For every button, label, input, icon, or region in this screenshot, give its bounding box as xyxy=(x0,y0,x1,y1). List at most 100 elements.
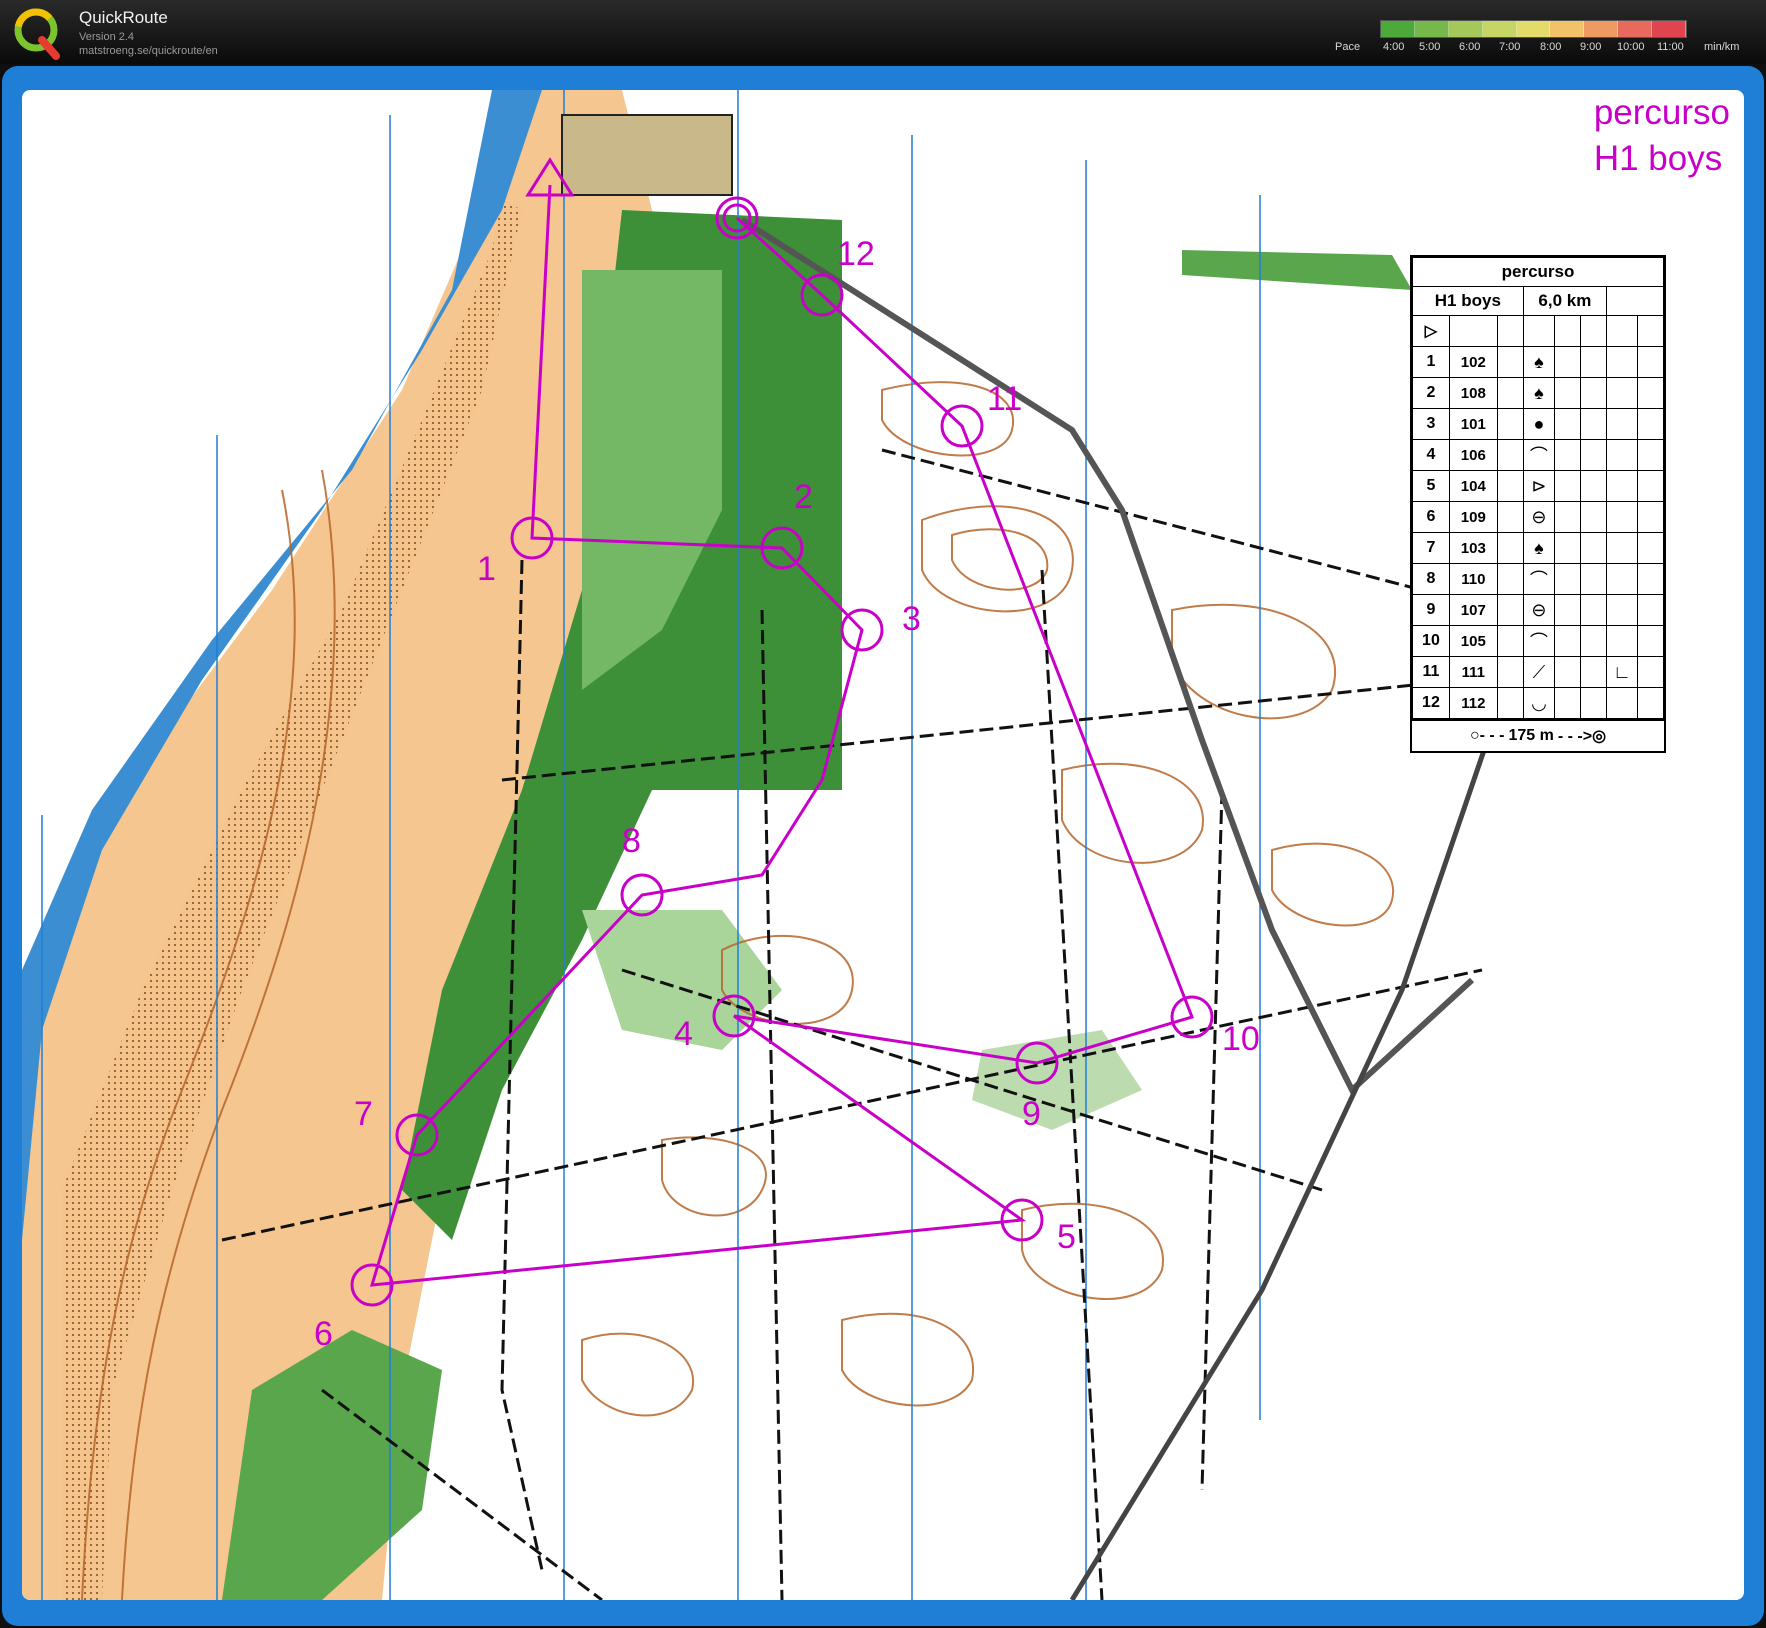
desc-row: 7 103 ♠ xyxy=(1412,532,1664,564)
control-label: 10 xyxy=(1222,1020,1260,1058)
desc-control-number: 5 xyxy=(1412,470,1450,502)
control-label: 11 xyxy=(987,380,1022,418)
pace-color-segment xyxy=(1448,21,1483,37)
desc-empty xyxy=(1554,377,1582,409)
app-url[interactable]: matstroeng.se/quickroute/en xyxy=(79,45,218,57)
desc-empty xyxy=(1580,346,1608,378)
finish-end-icon: - - ->◎ xyxy=(1557,728,1607,745)
forest-patch-east xyxy=(972,1030,1142,1130)
desc-empty xyxy=(1496,501,1524,533)
desc-rows: 1 102 ♠ 2 108 ♠ 3 101 ● 4 106 ⌒ 5 104 ⊳ 6 109 ⊖ 7 103 ♠ 8 110 ⌒… xyxy=(1412,346,1664,719)
desc-extra-symbol xyxy=(1606,346,1638,378)
control-label: 7 xyxy=(354,1095,373,1133)
desc-control-number: 3 xyxy=(1412,408,1450,440)
desc-feature-symbol: ⌒ xyxy=(1522,439,1556,471)
desc-title: percurso xyxy=(1412,257,1664,287)
desc-extra-symbol xyxy=(1606,594,1638,626)
desc-control-number: 2 xyxy=(1412,377,1450,409)
control-label: 9 xyxy=(1022,1095,1041,1133)
desc-control-number: 10 xyxy=(1412,625,1450,657)
desc-control-code: 108 xyxy=(1448,377,1498,409)
desc-empty xyxy=(1496,439,1524,471)
desc-row: 8 110 ⌒ xyxy=(1412,563,1664,595)
quickroute-logo xyxy=(14,8,60,60)
desc-empty xyxy=(1496,377,1524,409)
desc-extra-symbol xyxy=(1606,470,1638,502)
desc-control-code: 101 xyxy=(1448,408,1498,440)
app-version: Version 2.4 xyxy=(79,31,135,43)
pace-tick: 9:00 xyxy=(1580,41,1602,53)
desc-extra-symbol: ∟ xyxy=(1606,656,1638,688)
finish-distance: 175 m xyxy=(1508,727,1554,744)
desc-empty xyxy=(1637,501,1664,533)
desc-row: 2 108 ♠ xyxy=(1412,377,1664,409)
main-road xyxy=(740,217,1475,1095)
desc-feature-symbol: ⌒ xyxy=(1522,625,1556,657)
desc-empty xyxy=(1637,563,1664,595)
desc-empty xyxy=(1496,346,1524,378)
pace-tick: 7:00 xyxy=(1499,41,1521,53)
desc-empty xyxy=(1496,470,1524,502)
desc-feature-symbol: ⊳ xyxy=(1522,470,1556,502)
coast-road xyxy=(1069,609,1535,1600)
desc-control-code: 111 xyxy=(1448,656,1498,688)
desc-row: 10 105 ⌒ xyxy=(1412,625,1664,657)
desc-empty xyxy=(1496,408,1524,440)
desc-feature-symbol: ♠ xyxy=(1522,532,1556,564)
pace-color-segment xyxy=(1652,21,1687,37)
pace-tick: 8:00 xyxy=(1540,41,1562,53)
desc-empty xyxy=(1637,470,1664,502)
finish-start-icon: ○- - - xyxy=(1469,727,1505,744)
desc-empty xyxy=(1580,532,1608,564)
control-description-sheet: percurso H1 boys 6,0 km ▷ 1 102 ♠ 2 108 ♠ 3 101… xyxy=(1410,255,1666,753)
desc-control-code: 110 xyxy=(1448,563,1498,595)
pace-tick: 11:00 xyxy=(1657,41,1684,53)
pace-color-segment xyxy=(1584,21,1619,37)
desc-extra-symbol xyxy=(1606,563,1638,595)
green-strip-north xyxy=(1182,250,1412,290)
desc-row: 4 106 ⌒ xyxy=(1412,439,1664,471)
desc-control-code: 112 xyxy=(1448,687,1498,719)
orienteering-map[interactable]: 1 2 3 4 5 6 7 8 9 10 11 12 percurso H1 b… xyxy=(22,90,1744,1600)
desc-feature-symbol: ● xyxy=(1522,408,1556,440)
desc-empty xyxy=(1554,501,1582,533)
desc-empty xyxy=(1554,687,1582,719)
desc-empty xyxy=(1554,470,1582,502)
desc-length: 6,0 km xyxy=(1522,286,1608,316)
desc-empty xyxy=(1637,377,1664,409)
desc-empty xyxy=(1580,625,1608,657)
desc-row: 1 102 ♠ xyxy=(1412,346,1664,378)
desc-empty xyxy=(1580,594,1608,626)
control-label: 3 xyxy=(902,600,921,638)
control-label: 8 xyxy=(622,822,641,860)
desc-empty xyxy=(1554,625,1582,657)
desc-empty xyxy=(1580,501,1608,533)
desc-empty xyxy=(1637,346,1664,378)
desc-feature-symbol: ♠ xyxy=(1522,377,1556,409)
buildings-area xyxy=(561,114,733,196)
desc-empty xyxy=(1580,563,1608,595)
desc-empty xyxy=(1554,532,1582,564)
desc-control-code: 104 xyxy=(1448,470,1498,502)
desc-empty xyxy=(1637,594,1664,626)
desc-empty xyxy=(1554,408,1582,440)
desc-control-code: 105 xyxy=(1448,625,1498,657)
desc-empty xyxy=(1580,687,1608,719)
desc-extra-symbol xyxy=(1606,687,1638,719)
desc-empty xyxy=(1580,439,1608,471)
control-label: 12 xyxy=(837,235,875,273)
desc-control-code: 102 xyxy=(1448,346,1498,378)
desc-empty xyxy=(1496,625,1524,657)
desc-empty xyxy=(1637,439,1664,471)
desc-empty xyxy=(1554,656,1582,688)
title-bar: QuickRoute Version 2.4 matstroeng.se/qui… xyxy=(0,0,1766,64)
desc-empty xyxy=(1580,656,1608,688)
pace-tick: min/km xyxy=(1704,41,1740,53)
desc-empty xyxy=(1554,594,1582,626)
desc-extra-symbol xyxy=(1606,625,1638,657)
desc-empty xyxy=(1637,687,1664,719)
desc-control-number: 12 xyxy=(1412,687,1450,719)
desc-empty xyxy=(1554,346,1582,378)
desc-feature-symbol: ⌒ xyxy=(1522,563,1556,595)
desc-empty xyxy=(1580,408,1608,440)
